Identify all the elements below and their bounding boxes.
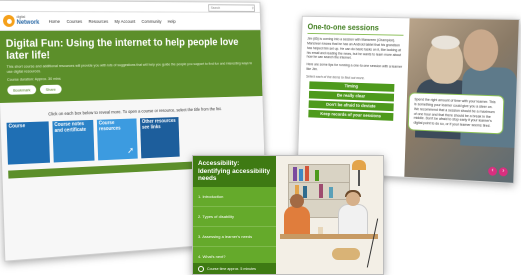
search-input[interactable]: Search ⚲ xyxy=(208,4,255,12)
nav-my-account[interactable]: My Account xyxy=(114,19,135,24)
pager: ‹ › xyxy=(488,166,508,177)
table xyxy=(280,234,378,239)
top-bar: Search ⚲ xyxy=(0,0,260,13)
tile-other-resources[interactable]: Other resources see links xyxy=(139,117,180,159)
search-icon[interactable]: ⚲ xyxy=(252,6,254,10)
nav-help[interactable]: Help xyxy=(168,19,176,24)
white-cane xyxy=(366,218,379,268)
tile-course-resources[interactable]: Course resources ➚ xyxy=(96,118,138,161)
tile-course-notes[interactable]: Course notes and certificate xyxy=(52,119,95,163)
next-button[interactable]: › xyxy=(498,167,508,177)
nav-resources[interactable]: Resources xyxy=(88,19,108,24)
nav-community[interactable]: Community xyxy=(141,19,161,24)
tile-label: Course resources xyxy=(98,120,121,133)
info-popup: Spend the right amount of time with your… xyxy=(407,92,505,135)
arrow-icon: ➚ xyxy=(127,145,135,156)
prev-button[interactable]: ‹ xyxy=(488,166,498,176)
woman-figure xyxy=(284,194,310,236)
share-button[interactable]: Share xyxy=(39,84,62,95)
tile-course[interactable]: Course xyxy=(6,121,50,165)
accessibility-screen: Accessibility: Identifying accessibility… xyxy=(192,155,384,275)
course-description: This short course and additional resourc… xyxy=(6,61,253,74)
tile-label: Course xyxy=(8,123,26,130)
man-figure xyxy=(338,190,368,238)
info-text: Spend the right amount of time with your… xyxy=(413,97,496,129)
module-menu: Accessibility: Identifying accessibility… xyxy=(193,156,276,274)
nav-courses[interactable]: Courses xyxy=(66,19,82,24)
menu-item-assessing[interactable]: 3. Assessing a learner's needs xyxy=(193,227,276,248)
lamp xyxy=(352,160,366,186)
module-title: Accessibility: Identifying accessibility… xyxy=(193,156,276,188)
menu-item-types[interactable]: 2. Types of disability xyxy=(193,207,276,228)
menu-item-introduction[interactable]: 1. Introduction xyxy=(193,187,276,208)
hero-banner: Digital Fun: Using the internet to help … xyxy=(0,30,263,104)
select-instruction: Select each of the items to find out mor… xyxy=(305,74,365,81)
main-nav: digital Network Home Courses Resources M… xyxy=(0,11,261,31)
logo[interactable]: digital Network xyxy=(2,14,40,27)
clock-icon xyxy=(198,265,204,272)
course-time-footer: Course time approx. 5 minutes xyxy=(193,263,276,274)
logo-brand: Network xyxy=(16,19,40,26)
bookmark-button[interactable]: Bookmark xyxy=(7,85,37,95)
content-column: One-to-one sessions Jim (85) is coming i… xyxy=(299,17,409,123)
scenario-text: Jim (85) is coming into a session with M… xyxy=(306,36,402,61)
search-placeholder: Search xyxy=(210,6,221,10)
course-time-text: Course time approx. 5 minutes xyxy=(207,266,256,271)
tip-button-records[interactable]: Keep records of your sessions xyxy=(308,109,394,121)
power-icon xyxy=(2,14,15,27)
tips-intro: Here are some tips for running a one-to-… xyxy=(306,62,403,72)
course-title: Digital Fun: Using the internet to help … xyxy=(5,36,239,62)
logo-text: digital Network xyxy=(16,15,40,26)
tile-label: Other resources see links xyxy=(141,118,176,131)
tip-button-timing[interactable]: Timing xyxy=(309,81,395,92)
nav-home[interactable]: Home xyxy=(49,18,60,23)
section-title: One-to-one sessions xyxy=(307,22,404,36)
illustration-library xyxy=(276,156,383,274)
mug xyxy=(318,227,323,234)
tile-label: Course notes and certificate xyxy=(54,121,87,134)
guide-dog xyxy=(332,248,360,260)
